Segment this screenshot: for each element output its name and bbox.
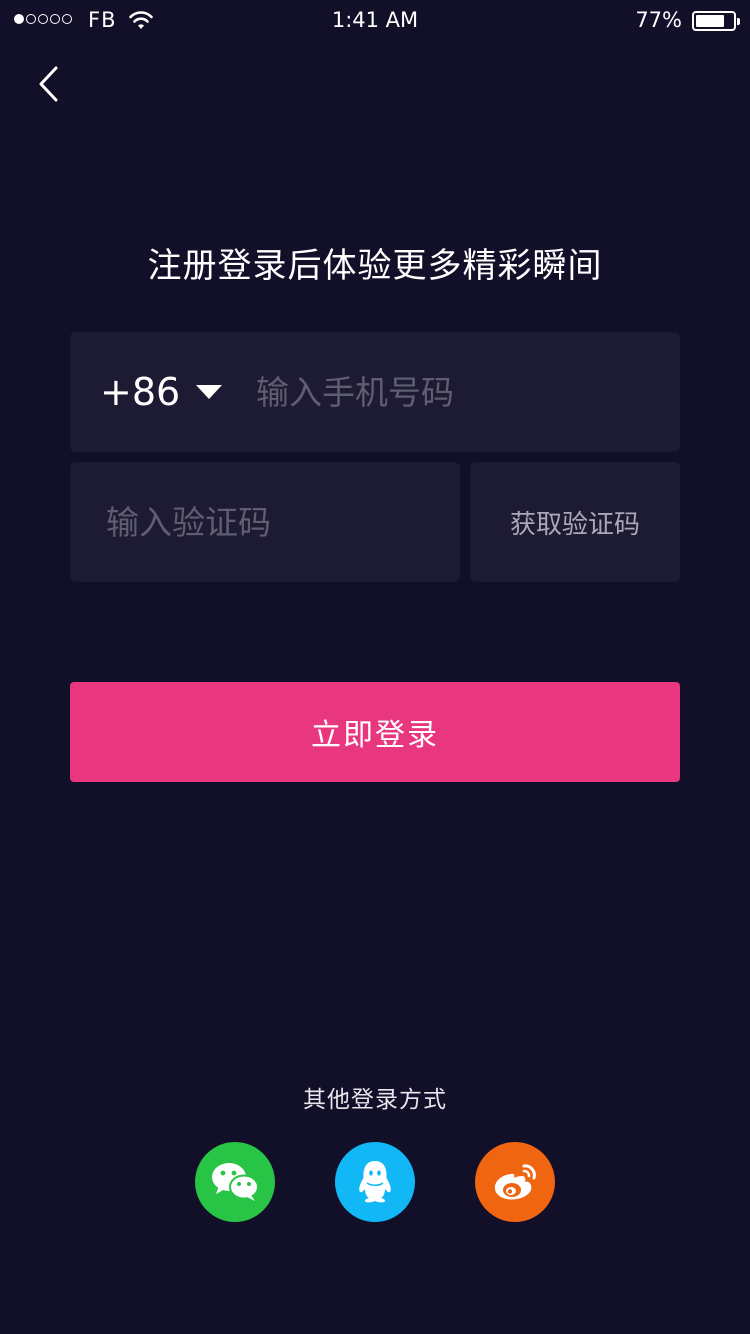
get-code-button[interactable]: 获取验证码 xyxy=(470,462,680,582)
qq-icon xyxy=(359,1161,391,1203)
verification-code-field xyxy=(70,462,460,582)
chevron-left-icon xyxy=(39,66,58,102)
country-code-label: +86 xyxy=(100,370,181,414)
country-code-selector[interactable]: +86 xyxy=(100,332,223,452)
battery-level xyxy=(696,15,724,27)
phone-field: +86 xyxy=(70,332,680,452)
page-title: 注册登录后体验更多精彩瞬间 xyxy=(147,246,603,286)
wechat-icon xyxy=(212,1163,259,1201)
weibo-login-button[interactable] xyxy=(475,1142,555,1222)
verification-code-input[interactable] xyxy=(106,462,436,582)
battery-icon xyxy=(692,11,740,31)
login-button[interactable]: 立即登录 xyxy=(70,682,680,782)
back-button[interactable] xyxy=(28,60,72,108)
status-bar: FB 1:41 AM 77% xyxy=(0,0,750,40)
qq-login-button[interactable] xyxy=(335,1142,415,1222)
battery-percent: 77% xyxy=(635,8,682,32)
wechat-login-button[interactable] xyxy=(195,1142,275,1222)
caret-down-icon xyxy=(196,385,223,399)
other-login-label: 其他登录方式 xyxy=(303,1087,447,1113)
phone-input[interactable] xyxy=(256,332,656,452)
weibo-icon xyxy=(494,1164,536,1200)
